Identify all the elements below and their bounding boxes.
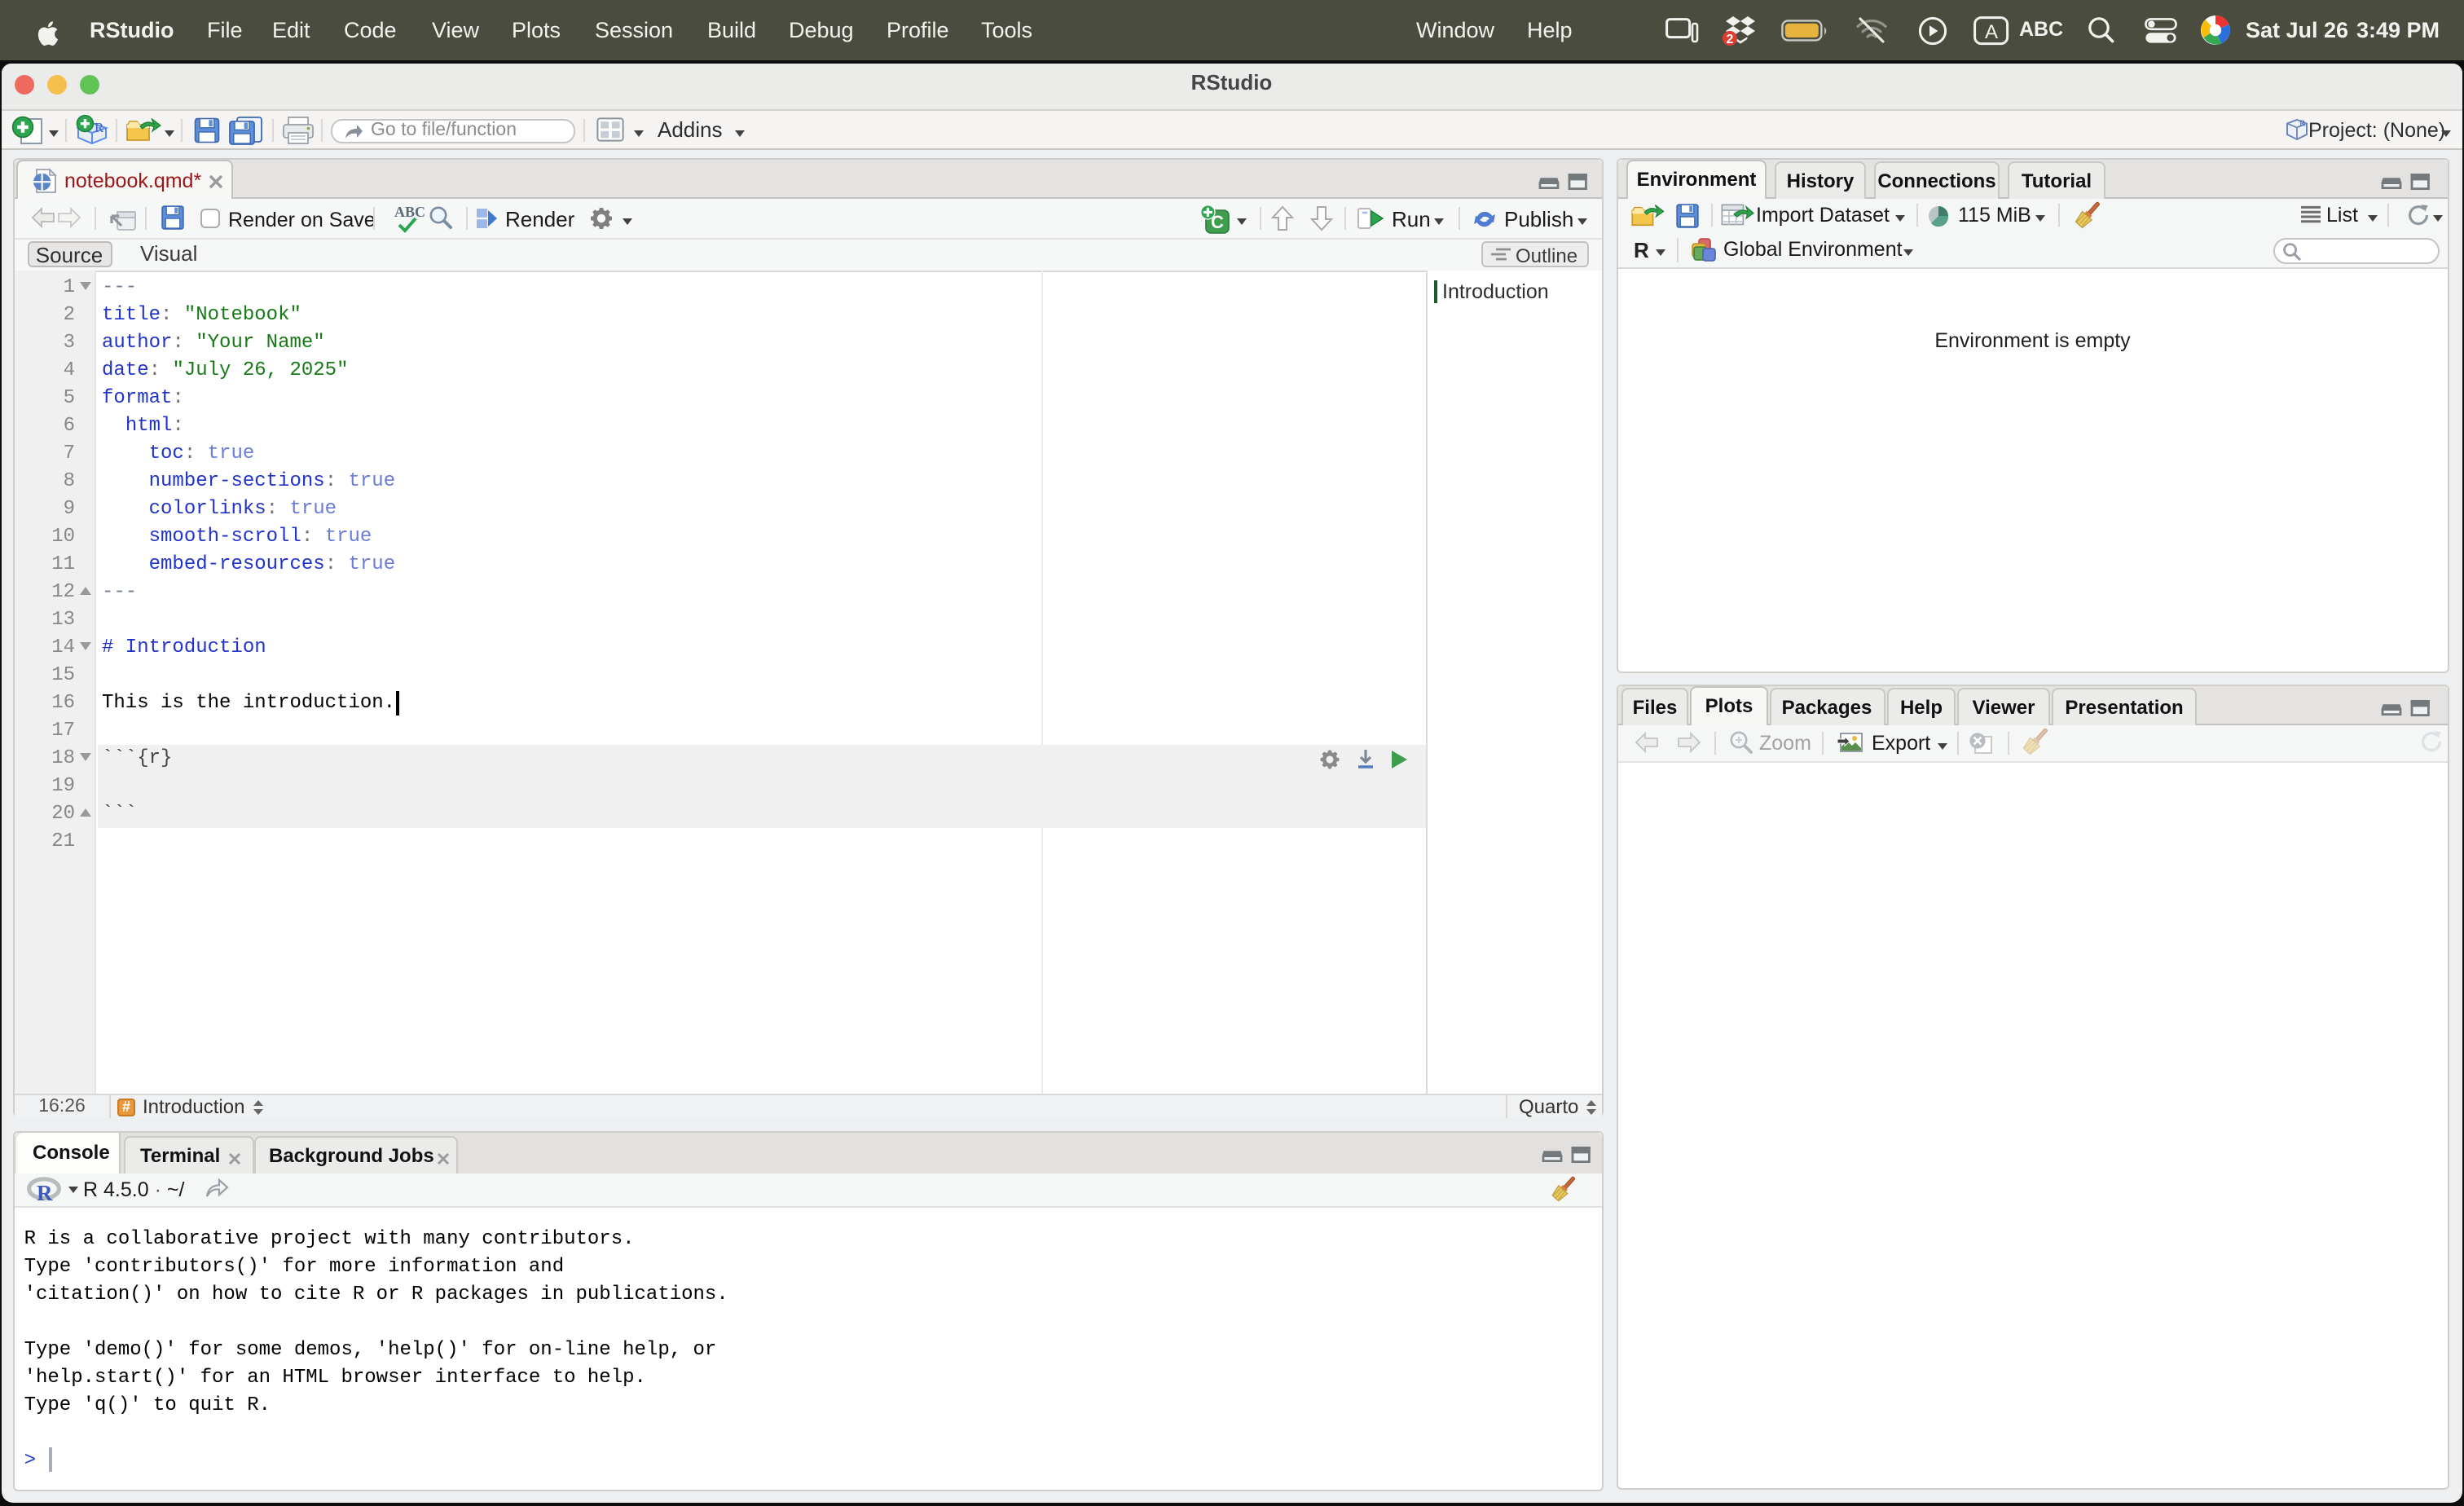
svg-text:R: R: [37, 1180, 53, 1204]
svg-text:R: R: [2299, 117, 2305, 127]
svg-text:A: A: [1985, 20, 1998, 42]
svg-text:R: R: [94, 120, 103, 135]
svg-text:2: 2: [1727, 33, 1734, 46]
